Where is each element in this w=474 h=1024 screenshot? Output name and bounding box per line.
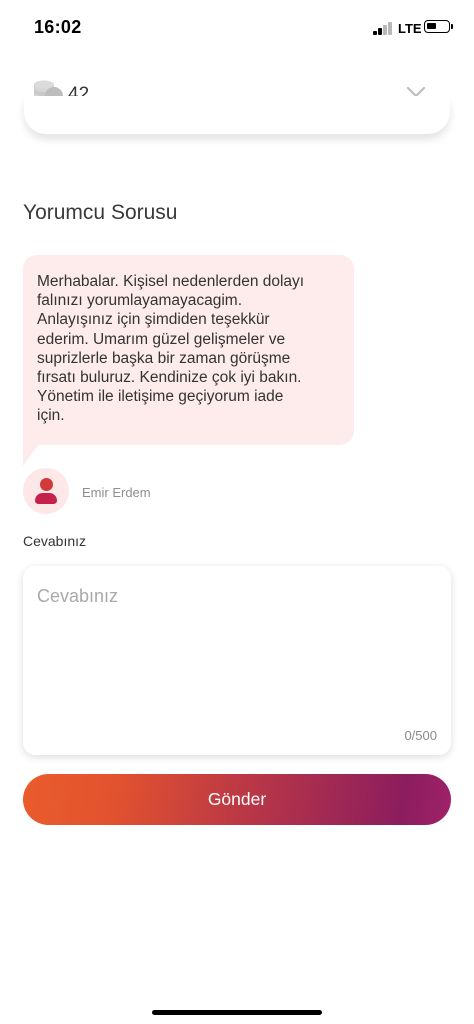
avatar-head: [40, 478, 53, 491]
status-bar: 16:02 LTE: [0, 0, 474, 56]
previous-card: [24, 96, 450, 134]
char-counter: 0/500: [404, 728, 437, 743]
message-bubble-tail: [23, 444, 39, 466]
send-button[interactable]: Gönder: [23, 774, 451, 825]
home-indicator[interactable]: [152, 1010, 322, 1015]
battery-tip: [451, 24, 453, 29]
message-text: Merhabalar. Kişisel nedenlerden dolayı f…: [37, 273, 305, 425]
avatar: [23, 468, 69, 514]
avatar-body: [35, 493, 57, 504]
answer-box: 0/500: [23, 566, 451, 755]
status-time: 16:02: [34, 17, 82, 37]
battery-icon: [424, 20, 450, 33]
answer-label: Cevabınız: [23, 533, 87, 549]
send-button-label: Gönder: [207, 789, 267, 809]
network-type: LTE: [398, 21, 422, 36]
answer-input[interactable]: [37, 586, 435, 716]
author-name: Emir Erdem: [82, 485, 151, 500]
message-bubble: Merhabalar. Kişisel nedenlerden dolayı f…: [23, 255, 354, 445]
section-title: Yorumcu Sorusu: [23, 201, 178, 224]
signal-icon: [373, 22, 395, 35]
